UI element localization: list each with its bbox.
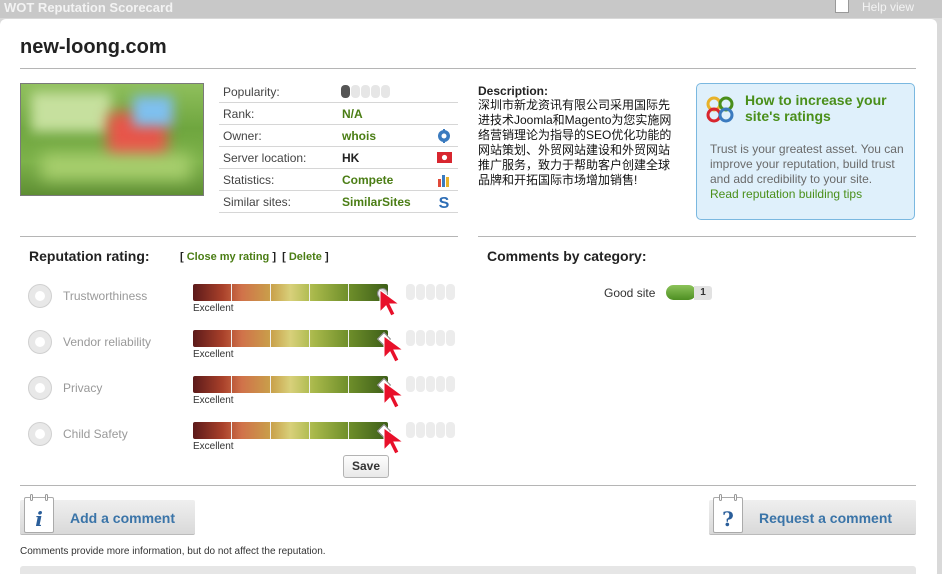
request-comment-button[interactable]: ? Request a comment bbox=[709, 494, 916, 535]
rating-ghost-dots bbox=[406, 422, 456, 443]
statistics-icon[interactable] bbox=[437, 173, 451, 187]
rating-status-icon bbox=[28, 330, 52, 354]
mouse-pointer-icon bbox=[379, 289, 401, 317]
rating-status-icon bbox=[28, 422, 52, 446]
divider bbox=[20, 485, 916, 486]
delete-rating-link[interactable]: Delete bbox=[289, 251, 322, 263]
window-title: WOT Reputation Scorecard bbox=[4, 0, 174, 15]
rating-actions: [ Close my rating ] [ Delete ] bbox=[180, 251, 329, 263]
popularity-person-icon bbox=[341, 85, 350, 98]
wot-logo-icon bbox=[706, 96, 734, 123]
rating-row-trustworthiness: Trustworthiness Excellent bbox=[28, 284, 458, 324]
statistics-compete-link[interactable]: Compete bbox=[342, 169, 393, 191]
rating-level-label: Excellent bbox=[193, 395, 234, 406]
rating-ghost-dots bbox=[406, 376, 456, 397]
rating-status-icon bbox=[28, 376, 52, 400]
site-info-table: Popularity: Rank: N/A Owner: whois Serve… bbox=[219, 81, 458, 213]
rating-slider[interactable] bbox=[193, 376, 388, 393]
rating-slider[interactable] bbox=[193, 330, 388, 347]
rating-slider[interactable] bbox=[193, 422, 388, 439]
rating-name: Child Safety bbox=[63, 427, 128, 441]
reputation-tips-link[interactable]: Read reputation building tips bbox=[710, 187, 862, 201]
info-row-statistics: Statistics: Compete bbox=[219, 169, 458, 191]
add-comment-button[interactable]: i Add a comment bbox=[20, 494, 195, 535]
rating-row-vendor-reliability: Vendor reliability Excellent bbox=[28, 330, 458, 370]
owner-whois-link[interactable]: whois bbox=[342, 125, 376, 147]
comments-note: Comments provide more information, but d… bbox=[20, 546, 326, 557]
question-notepad-icon: ? bbox=[713, 494, 743, 533]
rating-level-label: Excellent bbox=[193, 303, 234, 314]
rating-name: Trustworthiness bbox=[63, 289, 148, 303]
window-titlebar: WOT Reputation Scorecard Help view bbox=[0, 0, 942, 18]
info-row-server-location: Server location: HK bbox=[219, 147, 458, 169]
site-thumbnail[interactable] bbox=[20, 83, 204, 196]
tips-title: How to increase your site's ratings bbox=[745, 92, 887, 124]
rating-status-icon bbox=[28, 284, 52, 308]
save-rating-button[interactable]: Save bbox=[343, 455, 389, 478]
mouse-pointer-icon bbox=[383, 381, 405, 409]
info-notepad-icon: i bbox=[24, 494, 54, 533]
mouse-pointer-icon bbox=[383, 335, 405, 363]
description-text: 深圳市新龙资讯有限公司采用国际先进技术Joomla和Magento为您实施网络营… bbox=[478, 98, 672, 187]
help-view-checkbox[interactable] bbox=[835, 0, 849, 13]
rating-level-label: Excellent bbox=[193, 441, 234, 452]
rating-name: Privacy bbox=[63, 381, 103, 395]
hk-flag-icon bbox=[437, 152, 452, 163]
reputation-rating-title: Reputation rating: bbox=[29, 248, 150, 264]
mouse-pointer-icon bbox=[383, 427, 405, 455]
info-row-owner: Owner: whois bbox=[219, 125, 458, 147]
rating-name: Vendor reliability bbox=[63, 335, 152, 349]
info-row-rank: Rank: N/A bbox=[219, 103, 458, 125]
gear-icon[interactable] bbox=[437, 129, 451, 143]
similarsites-icon[interactable]: S bbox=[437, 194, 451, 210]
rating-level-label: Excellent bbox=[193, 349, 234, 360]
bottom-toolbar bbox=[20, 566, 916, 574]
close-my-rating-link[interactable]: Close my rating bbox=[187, 251, 270, 263]
info-row-similar-sites: Similar sites: SimilarSites S bbox=[219, 191, 458, 213]
help-view-label[interactable]: Help view bbox=[862, 0, 914, 15]
rating-slider[interactable] bbox=[193, 284, 388, 301]
comment-category-label: Good site bbox=[604, 286, 656, 300]
divider bbox=[478, 236, 916, 237]
rating-ghost-dots bbox=[406, 330, 456, 351]
tips-text: Trust is your greatest asset. You can im… bbox=[710, 142, 904, 186]
rating-ghost-dots bbox=[406, 284, 456, 305]
svg-text:S: S bbox=[439, 195, 450, 210]
rating-row-child-safety: Child Safety Excellent bbox=[28, 422, 458, 462]
comment-category-count: 1 bbox=[694, 286, 712, 300]
site-domain: new-loong.com bbox=[20, 36, 167, 58]
divider bbox=[20, 68, 916, 69]
reputation-tips-box[interactable]: How to increase your site's ratings Trus… bbox=[696, 83, 915, 220]
comments-by-category-title: Comments by category: bbox=[487, 248, 647, 264]
description-title: Description: bbox=[478, 84, 549, 98]
rating-row-privacy: Privacy Excellent bbox=[28, 376, 458, 416]
comment-category-bar[interactable] bbox=[666, 285, 696, 300]
divider bbox=[20, 236, 458, 237]
similarsites-link[interactable]: SimilarSites bbox=[342, 191, 411, 213]
info-row-popularity: Popularity: bbox=[219, 81, 458, 103]
